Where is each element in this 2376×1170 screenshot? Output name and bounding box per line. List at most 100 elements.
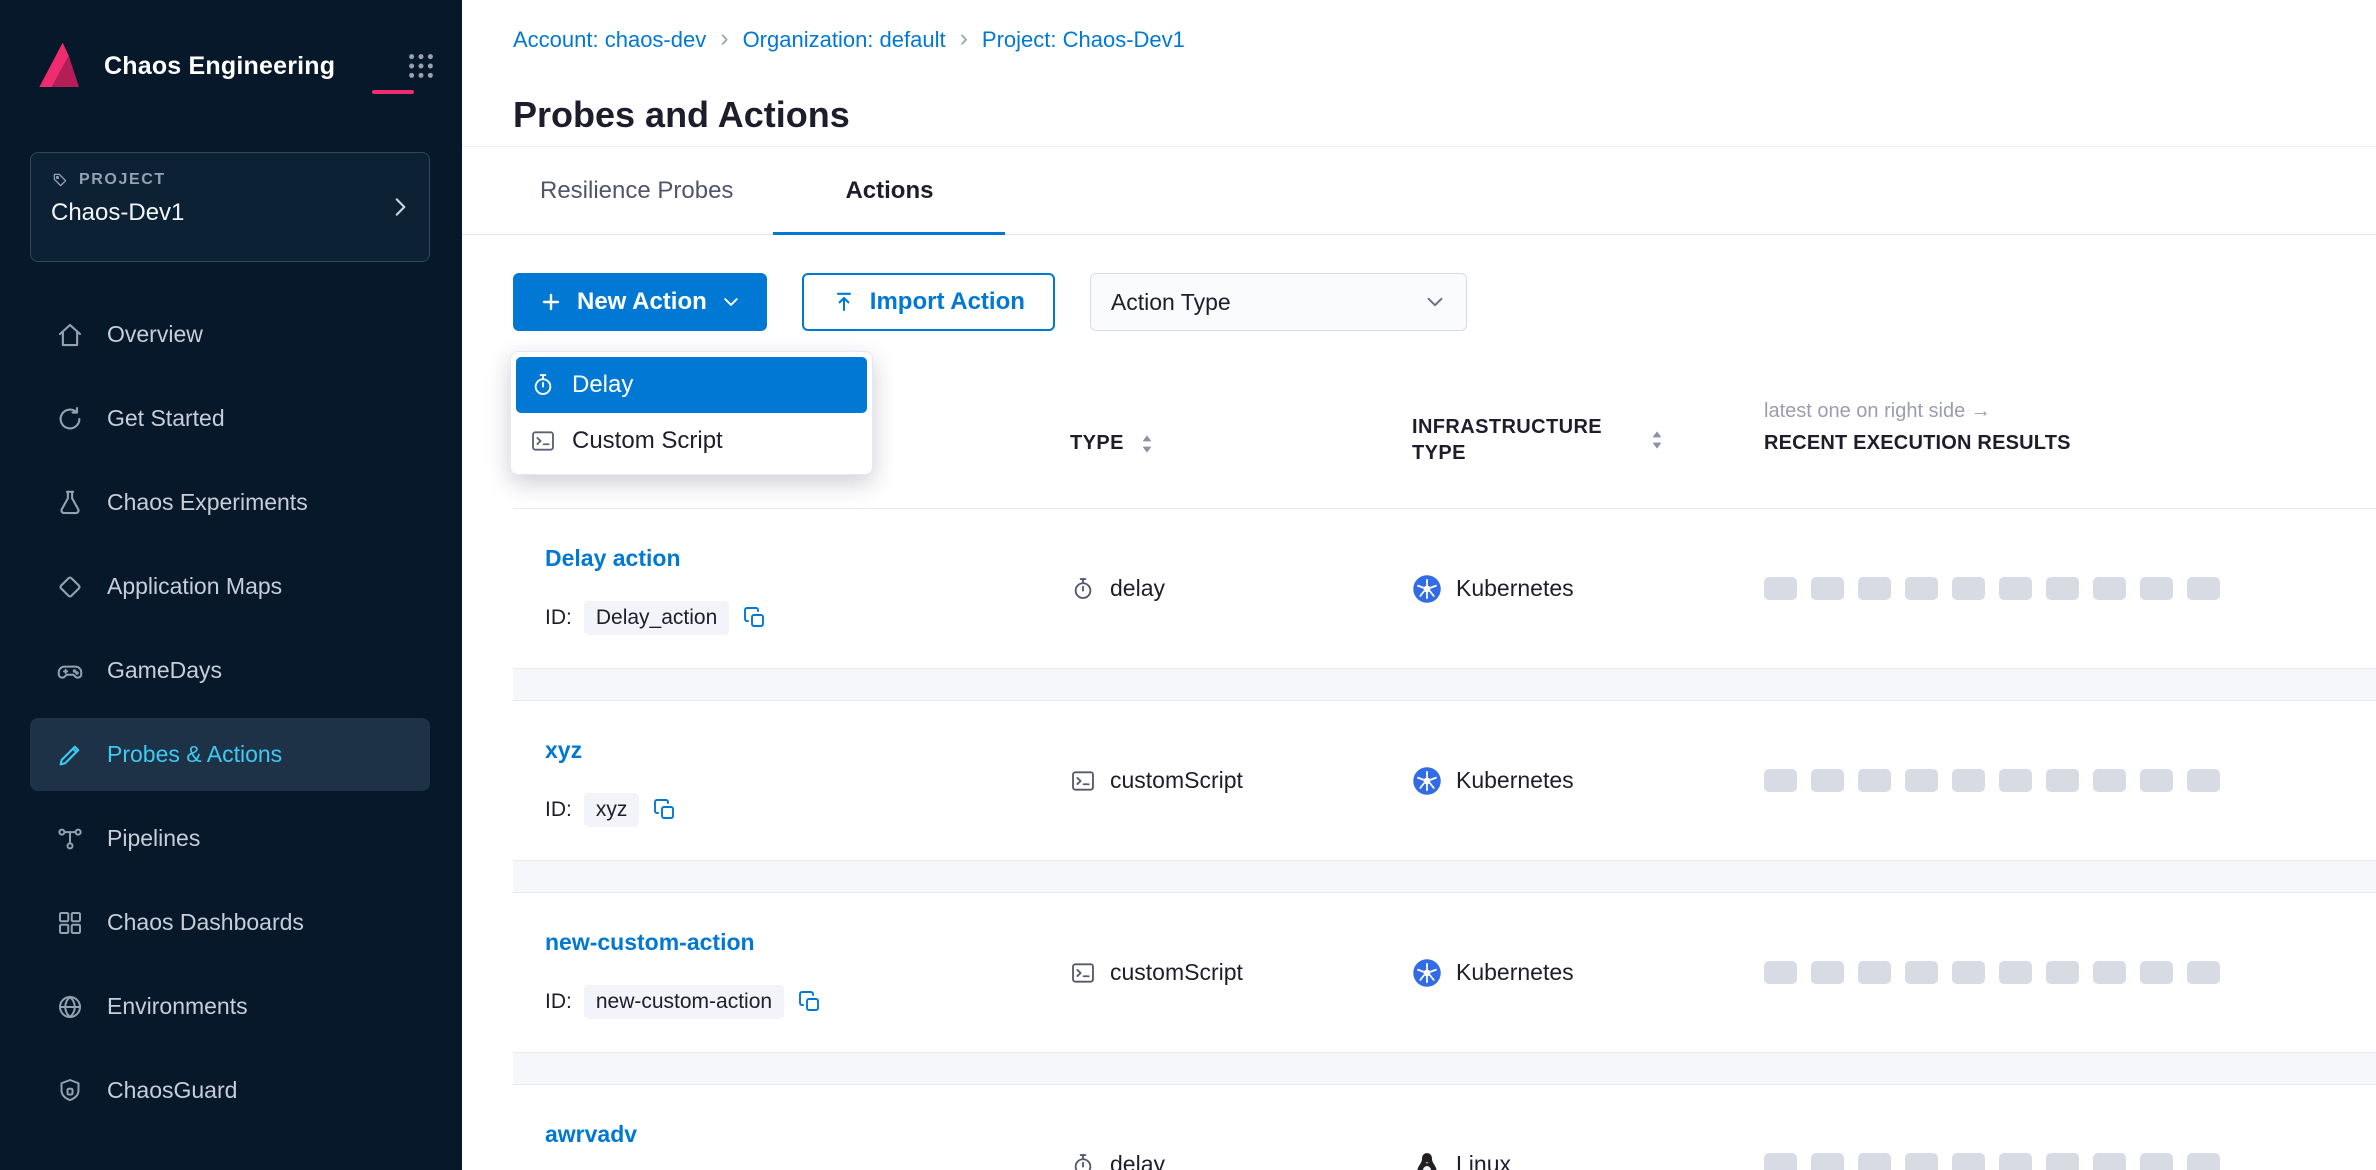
execution-result-placeholder <box>1952 769 1985 792</box>
getting-started-icon <box>55 404 85 434</box>
probe-pen-icon <box>55 740 85 770</box>
dashboard-grid-icon <box>55 908 85 938</box>
action-id-chip: xyz <box>584 793 640 827</box>
sidebar-item-overview[interactable]: Overview <box>30 298 430 371</box>
tab-resilience-probes[interactable]: Resilience Probes <box>500 147 773 234</box>
execution-result-placeholder <box>2187 1153 2220 1170</box>
sidebar-item-chaos-dashboards[interactable]: Chaos Dashboards <box>30 886 430 959</box>
sidebar-item-gamedays[interactable]: GameDays <box>30 634 430 707</box>
execution-result-placeholder <box>1858 961 1891 984</box>
sidebar-item-application-maps[interactable]: Application Maps <box>30 550 430 623</box>
id-label: ID: <box>545 990 572 1014</box>
menu-item-delay[interactable]: Delay <box>516 357 867 413</box>
sidebar-item-chaos-experiments[interactable]: Chaos Experiments <box>30 466 430 539</box>
execution-result-placeholder <box>1905 769 1938 792</box>
action-name-link[interactable]: new-custom-action <box>545 929 755 956</box>
execution-result-placeholder <box>2093 769 2126 792</box>
execution-result-placeholder <box>1764 577 1797 600</box>
kubernetes-icon <box>1412 958 1442 988</box>
breadcrumb-project-link[interactable]: Project: Chaos-Dev1 <box>982 27 1185 53</box>
sidebar-item-probes-actions[interactable]: Probes & Actions <box>30 718 430 791</box>
table-row: xyz ID: xyz customScript Kubernetes <box>513 700 2376 861</box>
execution-result-placeholder <box>1764 1153 1797 1170</box>
table-row: Delay action ID: Delay_action delay Kube… <box>513 508 2376 669</box>
column-header-type: TYPE <box>1070 432 1124 455</box>
id-label: ID: <box>545 798 572 822</box>
execution-result-placeholder <box>1905 1153 1938 1170</box>
execution-result-placeholder <box>1811 769 1844 792</box>
table-row: new-custom-action ID: new-custom-action … <box>513 892 2376 1053</box>
action-id-row: ID: new-custom-action <box>545 985 822 1019</box>
action-name-link[interactable]: Delay action <box>545 545 681 572</box>
stopwatch-icon <box>530 372 556 398</box>
execution-result-placeholder <box>1952 961 1985 984</box>
globe-icon <box>55 992 85 1022</box>
sidebar-item-environments[interactable]: Environments <box>30 970 430 1043</box>
execution-result-placeholder <box>1811 961 1844 984</box>
execution-result-placeholder <box>2093 1153 2126 1170</box>
execution-result-placeholder <box>1905 577 1938 600</box>
project-selector[interactable]: PROJECT Chaos-Dev1 <box>30 152 430 262</box>
copy-icon[interactable] <box>743 606 767 630</box>
new-action-button[interactable]: New Action <box>513 273 767 331</box>
execution-results-cell <box>1764 893 2220 1052</box>
action-name-link[interactable]: xyz <box>545 737 582 764</box>
chevron-down-icon <box>1424 291 1446 313</box>
execution-result-placeholder <box>1905 961 1938 984</box>
type-cell: delay <box>1070 509 1165 668</box>
kubernetes-icon <box>1412 766 1442 796</box>
harness-logo-icon[interactable] <box>30 38 86 94</box>
tab-actions[interactable]: Actions <box>773 147 1005 234</box>
copy-icon[interactable] <box>798 990 822 1014</box>
gamepad-icon <box>55 656 85 686</box>
terminal-icon <box>530 428 556 454</box>
action-type-select[interactable]: Action Type <box>1090 273 1467 331</box>
sort-icon[interactable] <box>1140 434 1154 454</box>
chevron-separator-icon: › <box>960 26 968 54</box>
execution-result-placeholder <box>2140 961 2173 984</box>
execution-result-placeholder <box>1858 1153 1891 1170</box>
menu-item-custom-script[interactable]: Custom Script <box>516 413 867 469</box>
breadcrumb-org-link[interactable]: Organization: default <box>743 27 946 53</box>
action-id-row: ID: xyz <box>545 793 677 827</box>
new-action-dropdown-menu: Delay Custom Script <box>510 351 873 475</box>
breadcrumb-account-link[interactable]: Account: chaos-dev <box>513 27 706 53</box>
execution-results-cell <box>1764 1085 2220 1170</box>
infrastructure-cell: Kubernetes <box>1412 509 1574 668</box>
diamond-icon <box>55 572 85 602</box>
results-note: latest one on right side → <box>1764 400 1991 422</box>
tab-bar: Resilience Probes Actions <box>462 147 2376 235</box>
execution-result-placeholder <box>1811 1153 1844 1170</box>
sidebar-header: Chaos Engineering <box>30 34 436 98</box>
infrastructure-cell: Kubernetes <box>1412 701 1574 860</box>
stopwatch-icon <box>1070 576 1096 602</box>
action-id-chip: Delay_action <box>584 601 729 635</box>
execution-result-placeholder <box>2140 769 2173 792</box>
copy-icon[interactable] <box>653 798 677 822</box>
infrastructure-cell: Linux <box>1412 1085 1511 1170</box>
action-name-link[interactable]: awrvadv <box>545 1121 637 1148</box>
linux-icon <box>1412 1150 1442 1170</box>
execution-result-placeholder <box>1999 1153 2032 1170</box>
project-tag-icon <box>51 171 69 189</box>
sort-icon[interactable] <box>1650 430 1664 450</box>
chevron-right-icon <box>387 194 413 220</box>
sidebar-item-chaosguard[interactable]: ChaosGuard <box>30 1054 430 1127</box>
upload-icon <box>832 290 856 314</box>
execution-result-placeholder <box>2187 577 2220 600</box>
execution-result-placeholder <box>1952 1153 1985 1170</box>
actions-table: Delay action ID: Delay_action delay Kube… <box>513 508 2376 1170</box>
sidebar-item-get-started[interactable]: Get Started <box>30 382 430 455</box>
project-label: PROJECT <box>79 171 166 189</box>
execution-result-placeholder <box>2187 769 2220 792</box>
execution-result-placeholder <box>1858 577 1891 600</box>
execution-result-placeholder <box>1999 577 2032 600</box>
action-type-select-value: Action Type <box>1111 289 1231 316</box>
id-label: ID: <box>545 606 572 630</box>
execution-result-placeholder <box>2140 577 2173 600</box>
import-action-button[interactable]: Import Action <box>802 273 1055 331</box>
app-launcher-grid-icon[interactable] <box>406 51 436 81</box>
sidebar-item-pipelines[interactable]: Pipelines <box>30 802 430 875</box>
page-title: Probes and Actions <box>513 94 850 136</box>
execution-result-placeholder <box>2046 577 2079 600</box>
